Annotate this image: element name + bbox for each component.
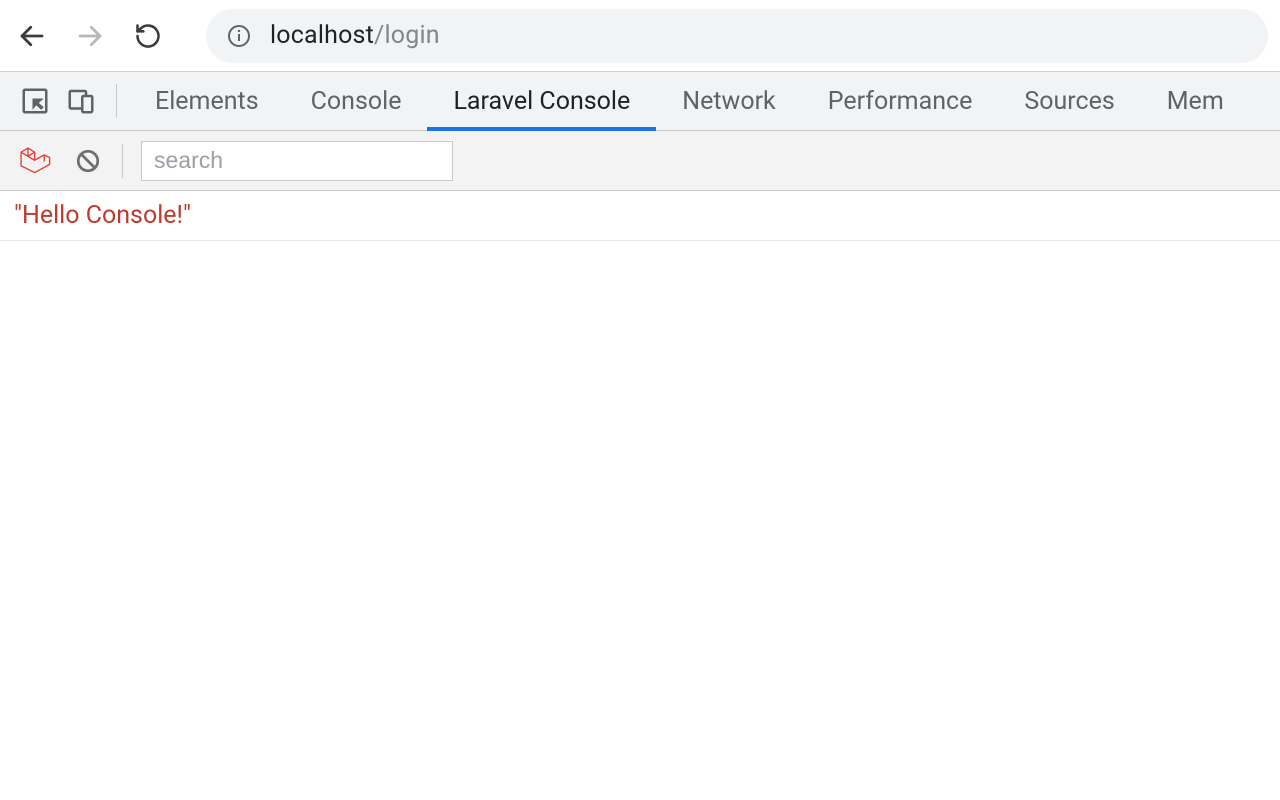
tab-memory[interactable]: Mem <box>1141 72 1250 130</box>
console-line-text: "Hello Console!" <box>14 201 191 230</box>
search-input[interactable] <box>141 141 453 181</box>
clear-console-button[interactable] <box>68 141 108 181</box>
console-output: "Hello Console!" <box>0 191 1280 241</box>
browser-toolbar: localhost/login <box>0 0 1280 71</box>
forward-button[interactable] <box>70 16 110 56</box>
tab-laravel-console[interactable]: Laravel Console <box>427 72 656 130</box>
ban-icon <box>75 148 101 174</box>
laravel-logo <box>14 141 54 181</box>
laravel-icon <box>17 144 51 178</box>
info-icon <box>227 24 251 48</box>
url-text: localhost/login <box>270 21 440 50</box>
tab-elements[interactable]: Elements <box>129 72 285 130</box>
site-info-button[interactable] <box>226 23 252 49</box>
tab-performance[interactable]: Performance <box>802 72 999 130</box>
reload-icon <box>134 22 162 50</box>
url-path: /login <box>374 21 440 50</box>
inspect-element-button[interactable] <box>12 78 58 124</box>
console-line: "Hello Console!" <box>0 191 1280 241</box>
tab-sources[interactable]: Sources <box>998 72 1140 130</box>
tab-console[interactable]: Console <box>285 72 428 130</box>
tab-network[interactable]: Network <box>656 72 801 130</box>
url-host: localhost <box>270 21 374 50</box>
device-icon <box>66 86 96 116</box>
arrow-right-icon <box>75 21 105 51</box>
laravel-console-toolbar <box>0 131 1280 191</box>
back-button[interactable] <box>12 16 52 56</box>
separator <box>116 84 117 118</box>
reload-button[interactable] <box>128 16 168 56</box>
device-toolbar-button[interactable] <box>58 78 104 124</box>
inspect-icon <box>20 86 50 116</box>
address-bar[interactable]: localhost/login <box>206 9 1268 63</box>
arrow-left-icon <box>17 21 47 51</box>
separator <box>122 144 123 178</box>
devtools-tab-strip: Elements Console Laravel Console Network… <box>0 71 1280 131</box>
